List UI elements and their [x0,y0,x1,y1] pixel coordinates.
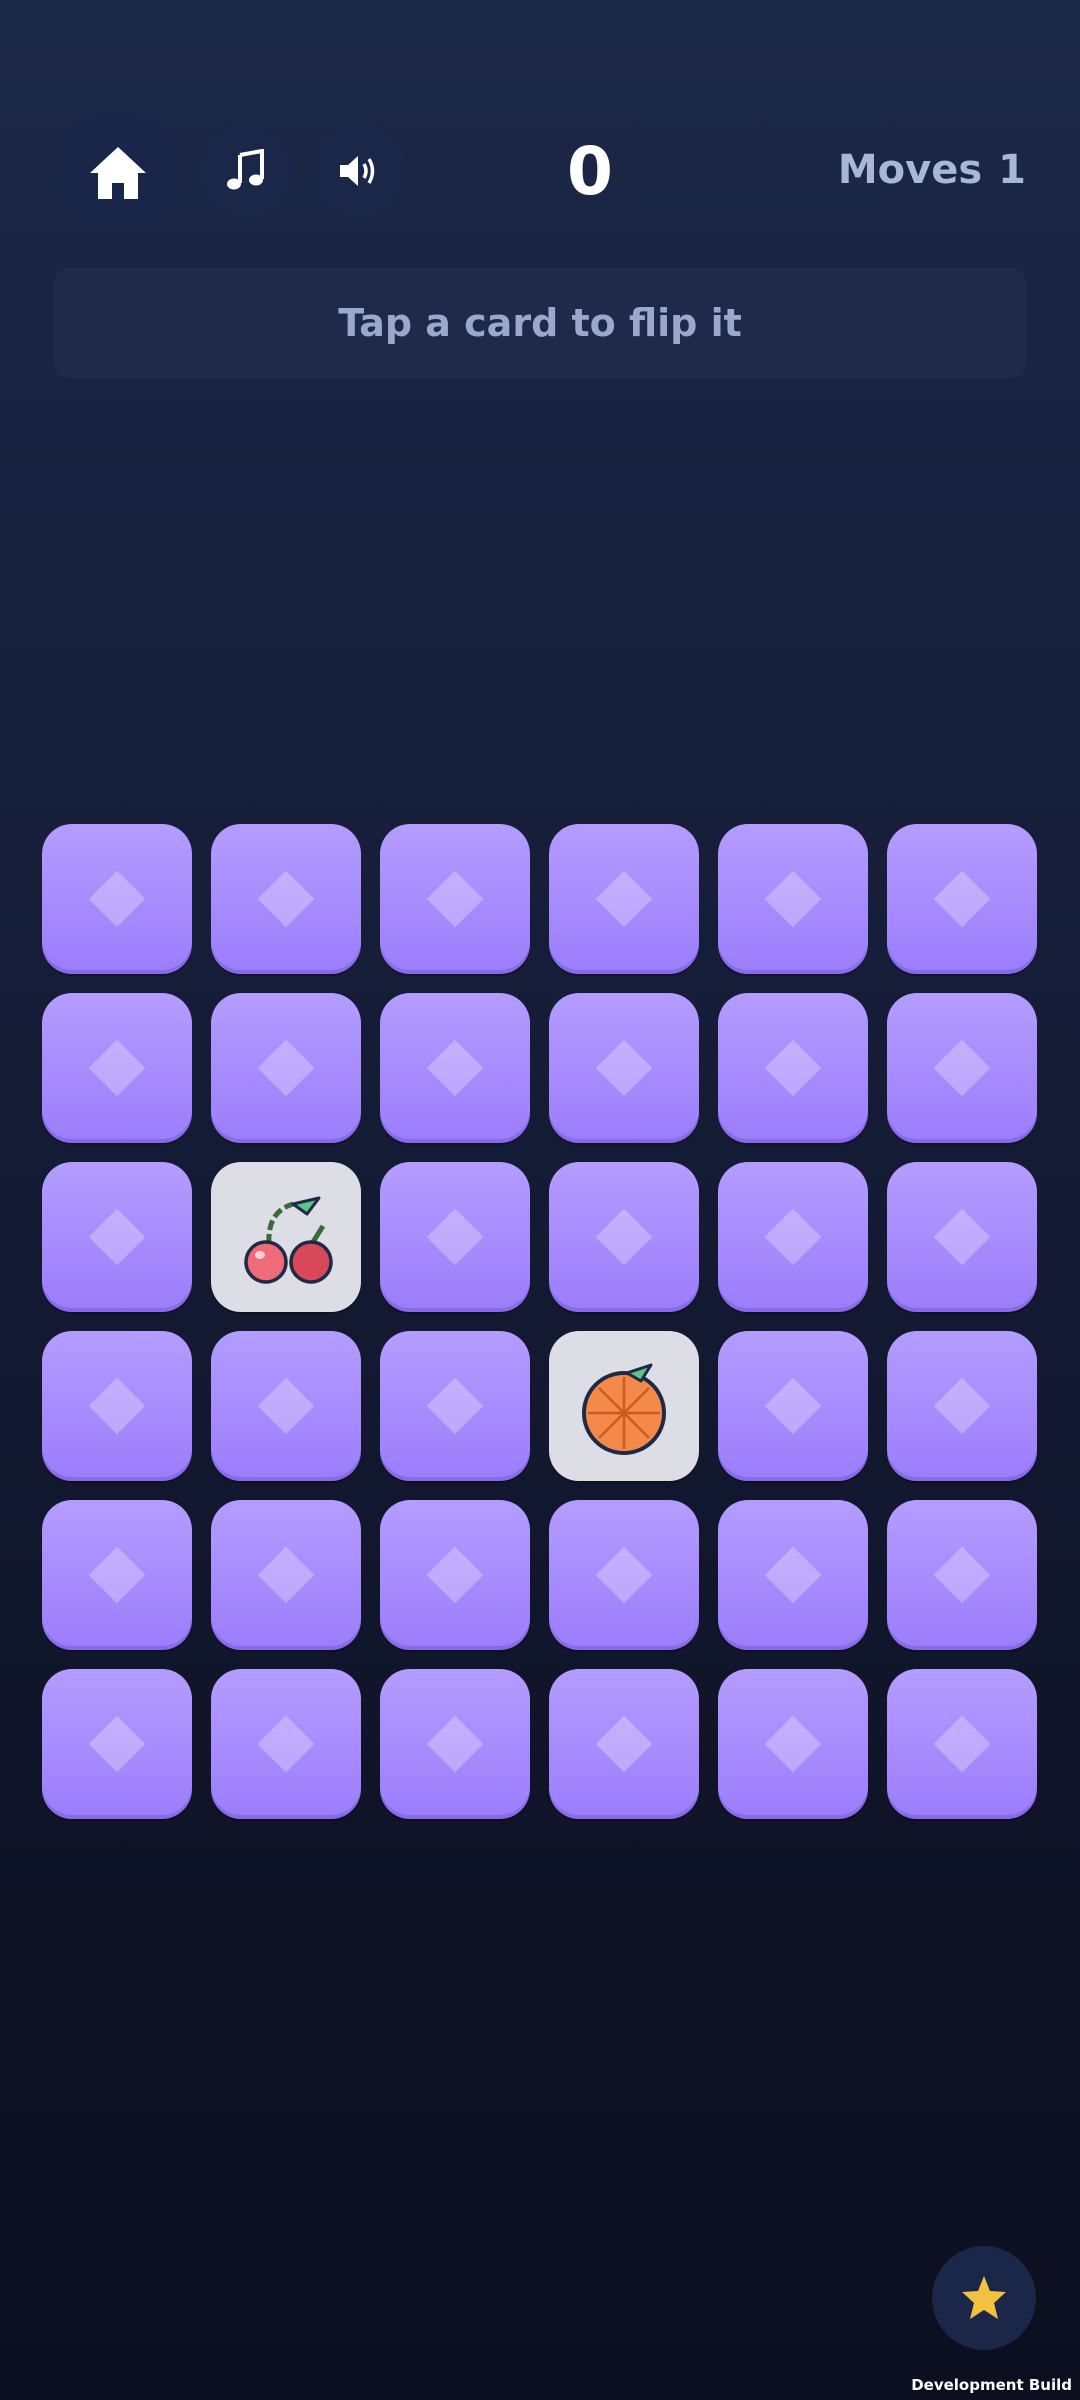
card-back[interactable] [887,1162,1037,1312]
diamond-icon [595,1208,653,1266]
card-back[interactable] [887,993,1037,1143]
diamond-icon [933,1039,991,1097]
diamond-icon [257,1715,315,1773]
development-build-label: Development Build [911,2376,1072,2394]
card-back[interactable] [211,1500,361,1650]
diamond-icon [933,1546,991,1604]
card-back[interactable] [718,1669,868,1819]
card-back[interactable] [718,1500,868,1650]
moves-counter: Moves 1 [838,140,1026,200]
card-back[interactable] [42,824,192,974]
diamond-icon [764,1715,822,1773]
moves-value: 1 [998,147,1026,193]
card-back[interactable] [887,1669,1037,1819]
card-back[interactable] [887,1500,1037,1650]
diamond-icon [88,870,146,928]
diamond-icon [88,1715,146,1773]
card-back[interactable] [42,1669,192,1819]
card-back[interactable] [380,1669,530,1819]
hint-text: Tap a card to flip it [338,301,742,345]
star-button[interactable] [932,2246,1036,2350]
diamond-icon [257,1377,315,1435]
orange-icon [582,1363,666,1455]
diamond-icon [257,870,315,928]
sound-button[interactable] [313,125,405,217]
top-bar: 0 Moves 1 [0,0,1080,260]
diamond-icon [426,1208,484,1266]
card-back[interactable] [42,1500,192,1650]
card-back[interactable] [380,1331,530,1481]
card-back[interactable] [549,993,699,1143]
diamond-icon [595,1715,653,1773]
card-orange[interactable] [549,1331,699,1481]
diamond-icon [595,1039,653,1097]
card-back[interactable] [211,824,361,974]
music-note-icon [227,149,264,190]
score-value: 0 [567,132,613,210]
card-back[interactable] [549,824,699,974]
card-back[interactable] [549,1162,699,1312]
diamond-icon [764,1208,822,1266]
diamond-icon [595,1546,653,1604]
card-back[interactable] [380,1500,530,1650]
hint-banner: Tap a card to flip it [54,268,1026,378]
card-back[interactable] [380,1162,530,1312]
star-icon [962,2276,1006,2319]
diamond-icon [426,1377,484,1435]
diamond-icon [88,1377,146,1435]
card-back[interactable] [718,993,868,1143]
home-button[interactable] [58,112,178,232]
card-back[interactable] [42,993,192,1143]
diamond-icon [426,1546,484,1604]
card-back[interactable] [42,1331,192,1481]
card-back[interactable] [42,1162,192,1312]
speaker-icon [340,156,375,186]
diamond-icon [426,1715,484,1773]
diamond-icon [88,1546,146,1604]
diamond-icon [764,1039,822,1097]
card-back[interactable] [718,1162,868,1312]
card-back[interactable] [211,1331,361,1481]
diamond-icon [933,1715,991,1773]
diamond-icon [257,1039,315,1097]
diamond-icon [933,870,991,928]
diamond-icon [426,1039,484,1097]
diamond-icon [426,870,484,928]
card-back[interactable] [549,1500,699,1650]
card-back[interactable] [211,1669,361,1819]
card-back[interactable] [380,824,530,974]
diamond-icon [764,870,822,928]
home-icon [90,147,146,199]
card-board [42,824,1038,1820]
moves-label: Moves [837,147,983,193]
diamond-icon [933,1208,991,1266]
card-back[interactable] [211,993,361,1143]
music-button[interactable] [200,125,292,217]
diamond-icon [764,1377,822,1435]
cherry-icon [244,1196,333,1284]
card-cherry[interactable] [211,1162,361,1312]
card-back[interactable] [887,1331,1037,1481]
card-back[interactable] [549,1669,699,1819]
diamond-icon [257,1546,315,1604]
diamond-icon [933,1377,991,1435]
diamond-icon [88,1039,146,1097]
diamond-icon [88,1208,146,1266]
card-back[interactable] [718,1331,868,1481]
card-back[interactable] [887,824,1037,974]
card-back[interactable] [718,824,868,974]
diamond-icon [764,1546,822,1604]
card-back[interactable] [380,993,530,1143]
diamond-icon [595,870,653,928]
